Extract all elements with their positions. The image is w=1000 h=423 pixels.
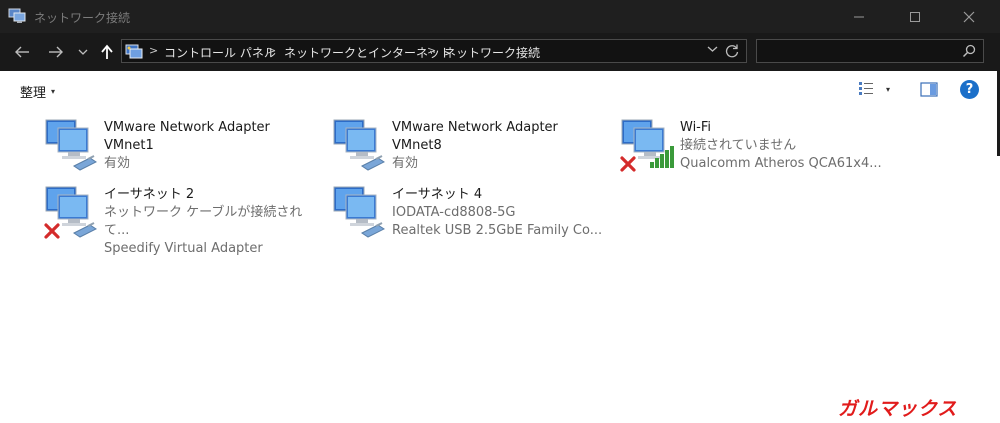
connection-name: VMware Network Adapter [104,120,270,135]
connection-item-ethernet-4[interactable]: イーサネット 4 IODATA-cd8808-5G Realtek USB 2.… [332,185,612,247]
connection-item-wifi[interactable]: Wi-Fi 接続されていません Qualcomm Atheros QCA61x4… [620,118,900,180]
address-bar[interactable]: > コントロール パネル > ネットワークとインターネット > ネットワーク接続 [121,39,747,63]
preview-pane-icon[interactable] [920,82,938,97]
address-dropdown-icon[interactable] [707,45,718,53]
arrow-right-icon [49,46,63,58]
network-adapter-icon [45,119,97,171]
navigation-bar: > コントロール パネル > ネットワークとインターネット > ネットワーク接続 [0,33,1000,71]
connection-item-vmnet8[interactable]: VMware Network Adapter VMnet8 有効 [332,118,612,180]
connection-status: 接続されていません [680,138,797,153]
connection-name: イーサネット 2 [104,187,195,202]
connection-device: Qualcomm Atheros QCA61x4... [680,156,882,171]
network-adapter-icon [333,119,385,171]
search-icon [962,44,976,58]
connection-item-vmnet1[interactable]: VMware Network Adapter VMnet1 有効 [44,118,324,180]
breadcrumb-separator: > [267,44,277,57]
chevron-down-icon [78,49,88,55]
network-connections-icon [8,8,26,23]
window-title: ネットワーク接続 [34,11,131,25]
forward-button[interactable] [46,41,66,63]
control-panel-icon [125,44,143,59]
back-button[interactable] [12,41,32,63]
network-adapter-icon [333,186,385,238]
arrow-left-icon [15,46,29,58]
recent-locations-button[interactable] [76,41,90,63]
connection-status: 有効 [392,156,419,171]
error-x-icon [44,223,60,239]
site-watermark: ガルマックス [838,398,958,420]
connection-status: IODATA-cd8808-5G [392,205,516,220]
organize-menu-button[interactable]: 整理 ▾ [20,82,55,101]
breadcrumb-separator: > [149,44,159,57]
chevron-down-icon: ▾ [51,87,56,96]
connection-name-line2: VMnet8 [392,138,442,153]
connection-item-ethernet-2[interactable]: イーサネット 2 ネットワーク ケーブルが接続されて... Speedify V… [44,185,324,256]
breadcrumb-network-connections[interactable]: ネットワーク接続 [444,44,540,61]
search-box[interactable] [756,39,984,63]
change-view-button[interactable]: ▾ [858,81,890,97]
view-caret-icon[interactable]: ▾ [886,85,890,94]
refresh-icon[interactable] [724,43,740,59]
close-button[interactable] [946,0,992,33]
navbar-edge [990,33,1000,71]
connection-name: イーサネット 4 [392,187,483,202]
close-icon [963,11,975,22]
connection-name-line2: VMnet1 [104,138,154,153]
title-bar: ネットワーク接続 [0,0,1000,33]
maximize-button[interactable] [892,0,938,33]
connection-device: Speedify Virtual Adapter [104,241,263,256]
organize-label: 整理 [20,86,47,101]
connection-status: 有効 [104,156,131,171]
error-x-icon [620,156,636,172]
connection-device: Realtek USB 2.5GbE Family Co... [392,223,603,238]
command-bar: 整理 ▾ ▾ ? [0,71,997,109]
connection-name: VMware Network Adapter [392,120,558,135]
breadcrumb-separator: > [427,44,437,57]
help-button[interactable]: ? [960,80,979,99]
arrow-up-icon [101,44,113,59]
breadcrumb-control-panel[interactable]: コントロール パネル [164,44,276,61]
minimize-icon [854,16,864,17]
minimize-button[interactable] [836,0,882,33]
details-view-icon [859,82,873,95]
connection-status: ネットワーク ケーブルが接続されて... [104,205,303,238]
up-button[interactable] [98,41,116,63]
maximize-icon [910,11,920,22]
connection-name: Wi-Fi [680,120,712,135]
